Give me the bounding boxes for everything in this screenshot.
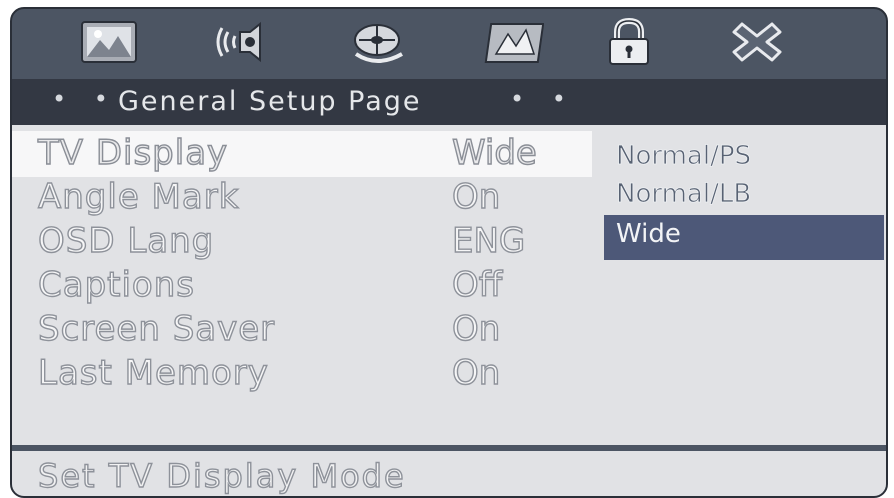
setting-row-last-memory[interactable]: Last Memory On [12,351,592,397]
setting-label: Captions [37,264,195,305]
setup-menu-window: • • General Setup Page • • TV Display Wi… [10,7,888,498]
help-text: Set TV Display Mode [37,456,406,495]
lock-icon[interactable] [598,18,660,66]
title-dots-right: • • [510,85,576,113]
setting-row-angle-mark[interactable]: Angle Mark On [12,175,592,221]
help-bar: Set TV Display Mode [12,451,886,496]
setting-value: ENG [451,220,526,261]
page-title-bar: • • General Setup Page • • [12,79,886,125]
setting-value: Off [451,264,503,305]
option-normal-lb[interactable]: Normal/LB [604,175,884,220]
setting-value: On [451,176,501,217]
setting-label: OSD Lang [37,220,215,261]
setting-label: Angle Mark [37,176,240,217]
setting-row-osd-lang[interactable]: OSD Lang ENG [12,219,592,265]
title-dots-left: • • [52,85,118,113]
setting-row-screen-saver[interactable]: Screen Saver On [12,307,592,353]
option-wide[interactable]: Wide [604,215,884,260]
film-reel-icon[interactable] [346,18,408,66]
video-icon[interactable] [482,18,544,66]
setting-value: Wide [451,132,537,173]
setting-row-captions[interactable]: Captions Off [12,263,592,309]
menu-toolbar [12,9,886,75]
option-label: Normal/PS [616,141,752,172]
setting-label: Screen Saver [37,308,276,349]
exit-icon[interactable] [726,18,788,66]
setting-label: TV Display [37,132,229,173]
setting-value: On [451,352,501,393]
setting-row-tv-display[interactable]: TV Display Wide [12,131,592,177]
settings-panel: TV Display Wide Angle Mark On OSD Lang E… [12,125,886,445]
picture-icon[interactable] [78,18,140,66]
option-label: Wide [616,219,681,249]
audio-speaker-icon[interactable] [208,18,270,66]
setting-value: On [451,308,501,349]
setting-label: Last Memory [37,352,269,393]
option-label: Normal/LB [616,179,752,210]
page-title: General Setup Page [118,86,422,117]
